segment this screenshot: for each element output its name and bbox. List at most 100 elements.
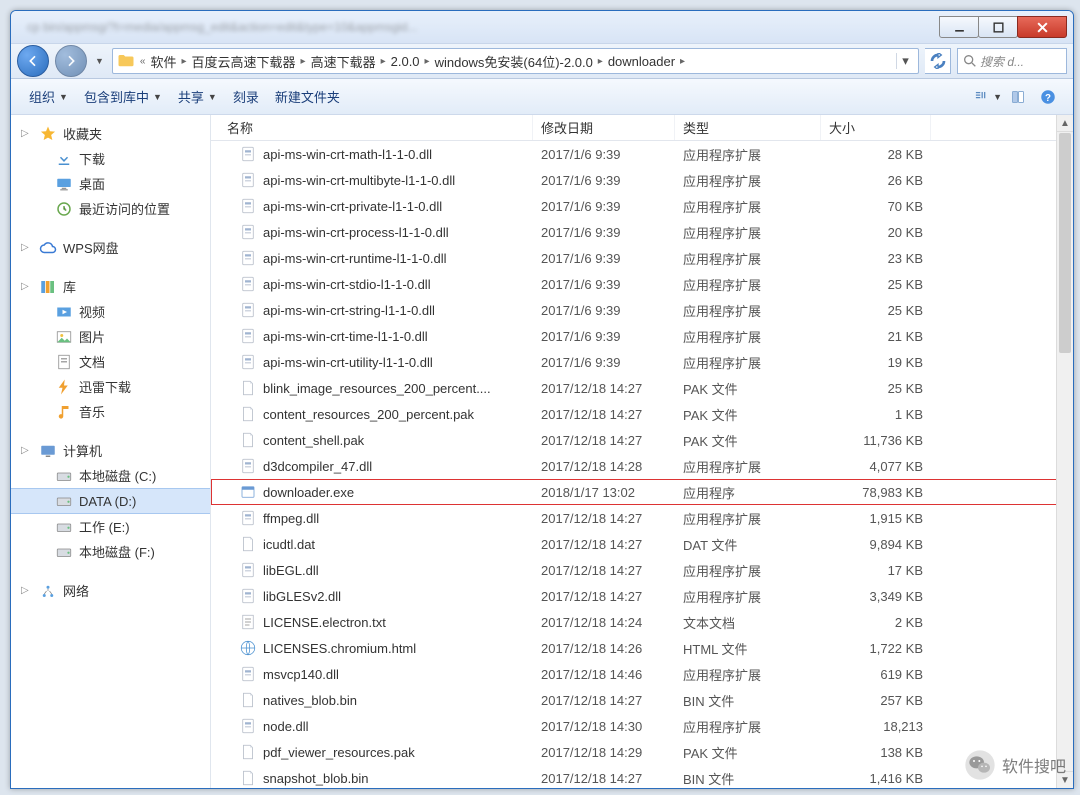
chevron-right-icon[interactable]: ▸: [679, 56, 686, 67]
file-date: 2017/12/18 14:27: [533, 587, 675, 606]
address-bar: ▼ «软件▸百度云高速下载器▸高速下载器▸2.0.0▸windows免安装(64…: [11, 43, 1073, 79]
file-row[interactable]: downloader.exe2018/1/17 13:02应用程序78,983 …: [211, 479, 1073, 505]
nav-group-header[interactable]: ▷收藏夹: [11, 121, 210, 146]
nav-item[interactable]: DATA (D:): [11, 488, 210, 514]
vertical-scrollbar[interactable]: ▲ ▼: [1056, 115, 1073, 788]
nav-item[interactable]: 下载: [11, 146, 210, 171]
nav-item-icon: [55, 403, 73, 421]
scroll-up[interactable]: ▲: [1057, 115, 1073, 132]
file-name: api-ms-win-crt-private-l1-1-0.dll: [263, 199, 442, 214]
file-icon: [239, 223, 257, 241]
nav-item[interactable]: 工作 (E:): [11, 514, 210, 539]
file-list-pane[interactable]: 名称 修改日期 类型 大小 api-ms-win-crt-math-l1-1-0…: [211, 115, 1073, 788]
titlebar[interactable]: cp bin/appmsg/?t=media/appmsg_edit&actio…: [11, 11, 1073, 43]
column-date[interactable]: 修改日期: [533, 115, 675, 140]
file-row[interactable]: libGLESv2.dll2017/12/18 14:27应用程序扩展3,349…: [211, 583, 1073, 609]
file-row[interactable]: LICENSES.chromium.html2017/12/18 14:26HT…: [211, 635, 1073, 661]
chevron-right-icon[interactable]: ▸: [181, 56, 188, 67]
file-date: 2017/12/18 14:27: [533, 561, 675, 580]
column-name[interactable]: 名称: [211, 115, 533, 140]
nav-item[interactable]: 桌面: [11, 171, 210, 196]
column-type[interactable]: 类型: [675, 115, 821, 140]
nav-group-header[interactable]: ▷库: [11, 274, 210, 299]
file-row[interactable]: ffmpeg.dll2017/12/18 14:27应用程序扩展1,915 KB: [211, 505, 1073, 531]
organize-menu[interactable]: 组织▼: [21, 83, 76, 110]
file-row[interactable]: api-ms-win-crt-private-l1-1-0.dll2017/1/…: [211, 193, 1073, 219]
back-button[interactable]: [17, 45, 49, 77]
newfolder-button[interactable]: 新建文件夹: [267, 83, 348, 110]
file-name: msvcp140.dll: [263, 667, 339, 682]
close-button[interactable]: [1017, 16, 1067, 38]
refresh-button[interactable]: [925, 48, 951, 74]
chevron-right-icon[interactable]: ▸: [597, 56, 604, 67]
file-row[interactable]: api-ms-win-crt-math-l1-1-0.dll2017/1/6 9…: [211, 141, 1073, 167]
nav-item[interactable]: 最近访问的位置: [11, 196, 210, 221]
nav-group-header[interactable]: ▷网络: [11, 578, 210, 603]
nav-group-header[interactable]: ▷计算机: [11, 438, 210, 463]
scroll-thumb[interactable]: [1059, 133, 1071, 353]
file-name: content_shell.pak: [263, 433, 364, 448]
maximize-button[interactable]: [978, 16, 1018, 38]
file-row[interactable]: libEGL.dll2017/12/18 14:27应用程序扩展17 KB: [211, 557, 1073, 583]
file-row[interactable]: api-ms-win-crt-process-l1-1-0.dll2017/1/…: [211, 219, 1073, 245]
file-row[interactable]: natives_blob.bin2017/12/18 14:27BIN 文件25…: [211, 687, 1073, 713]
file-row[interactable]: blink_image_resources_200_percent....201…: [211, 375, 1073, 401]
search-input[interactable]: 搜索 d...: [957, 48, 1067, 74]
chevron-right-icon[interactable]: ▸: [300, 56, 307, 67]
file-row[interactable]: d3dcompiler_47.dll2017/12/18 14:28应用程序扩展…: [211, 453, 1073, 479]
history-dropdown[interactable]: ▼: [93, 56, 106, 66]
file-type: 应用程序扩展: [675, 195, 821, 218]
file-row[interactable]: api-ms-win-crt-stdio-l1-1-0.dll2017/1/6 …: [211, 271, 1073, 297]
column-size[interactable]: 大小: [821, 115, 931, 140]
nav-item[interactable]: 迅雷下载: [11, 374, 210, 399]
file-row[interactable]: msvcp140.dll2017/12/18 14:46应用程序扩展619 KB: [211, 661, 1073, 687]
chevron-right-icon[interactable]: ▸: [424, 56, 431, 67]
file-row[interactable]: content_resources_200_percent.pak2017/12…: [211, 401, 1073, 427]
crumb-segment[interactable]: 百度云高速下载器: [188, 52, 300, 71]
crumb-segment[interactable]: downloader: [604, 54, 679, 69]
file-row[interactable]: api-ms-win-crt-time-l1-1-0.dll2017/1/6 9…: [211, 323, 1073, 349]
address-dropdown[interactable]: ▾: [896, 53, 914, 69]
file-row[interactable]: api-ms-win-crt-runtime-l1-1-0.dll2017/1/…: [211, 245, 1073, 271]
file-type: 应用程序: [675, 481, 821, 504]
share-menu[interactable]: 共享▼: [170, 83, 225, 110]
file-name: downloader.exe: [263, 485, 354, 500]
nav-item[interactable]: 本地磁盘 (F:): [11, 539, 210, 564]
file-size: 19 KB: [821, 353, 931, 372]
file-row[interactable]: content_shell.pak2017/12/18 14:27PAK 文件1…: [211, 427, 1073, 453]
include-menu[interactable]: 包含到库中▼: [76, 83, 170, 110]
file-row[interactable]: LICENSE.electron.txt2017/12/18 14:24文本文档…: [211, 609, 1073, 635]
nav-group-header[interactable]: ▷WPS网盘: [11, 235, 210, 260]
file-row[interactable]: node.dll2017/12/18 14:30应用程序扩展18,213: [211, 713, 1073, 739]
file-size: 25 KB: [821, 379, 931, 398]
nav-item[interactable]: 图片: [11, 324, 210, 349]
file-row[interactable]: api-ms-win-crt-utility-l1-1-0.dll2017/1/…: [211, 349, 1073, 375]
crumb-segment[interactable]: windows免安装(64位)-2.0.0: [431, 52, 597, 71]
crumb-segment[interactable]: 软件: [146, 52, 180, 71]
file-name: icudtl.dat: [263, 537, 315, 552]
file-row[interactable]: snapshot_blob.bin2017/12/18 14:27BIN 文件1…: [211, 765, 1073, 788]
nav-item[interactable]: 文档: [11, 349, 210, 374]
file-icon: [239, 691, 257, 709]
file-name: libGLESv2.dll: [263, 589, 341, 604]
navigation-pane[interactable]: ▷收藏夹下载桌面最近访问的位置▷WPS网盘▷库视频图片文档迅雷下载音乐▷计算机本…: [11, 115, 211, 788]
crumb-segment[interactable]: 高速下载器: [307, 52, 380, 71]
breadcrumb-box[interactable]: «软件▸百度云高速下载器▸高速下载器▸2.0.0▸windows免安装(64位)…: [112, 48, 919, 74]
nav-item[interactable]: 视频: [11, 299, 210, 324]
burn-button[interactable]: 刻录: [225, 83, 267, 110]
crumb-segment[interactable]: 2.0.0: [387, 54, 424, 69]
view-options-button[interactable]: ▼: [973, 84, 1003, 110]
file-row[interactable]: api-ms-win-crt-multibyte-l1-1-0.dll2017/…: [211, 167, 1073, 193]
file-icon: [239, 275, 257, 293]
help-button[interactable]: [1033, 84, 1063, 110]
file-row[interactable]: api-ms-win-crt-string-l1-1-0.dll2017/1/6…: [211, 297, 1073, 323]
chevron-right-icon[interactable]: ▸: [380, 56, 387, 67]
file-icon: [239, 301, 257, 319]
minimize-button[interactable]: [939, 16, 979, 38]
nav-item[interactable]: 本地磁盘 (C:): [11, 463, 210, 488]
forward-button[interactable]: [55, 45, 87, 77]
nav-item[interactable]: 音乐: [11, 399, 210, 424]
preview-pane-button[interactable]: [1003, 84, 1033, 110]
file-row[interactable]: icudtl.dat2017/12/18 14:27DAT 文件9,894 KB: [211, 531, 1073, 557]
file-row[interactable]: pdf_viewer_resources.pak2017/12/18 14:29…: [211, 739, 1073, 765]
